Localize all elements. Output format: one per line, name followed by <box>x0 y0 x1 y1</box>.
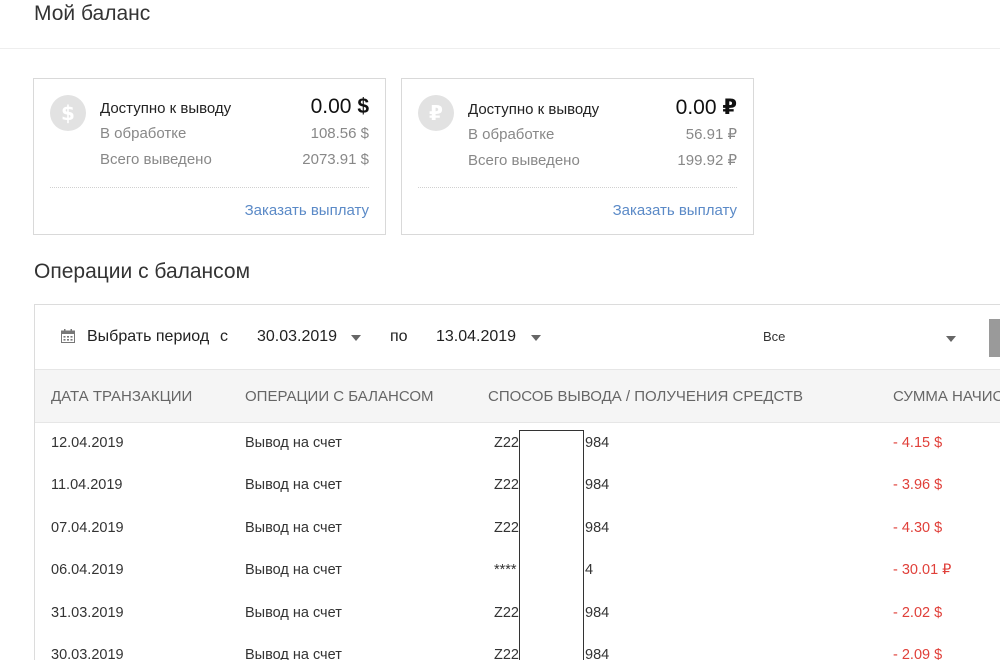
available-amount: 0.00 $ <box>310 95 369 118</box>
operations-title: Операции с балансом <box>34 260 251 283</box>
chevron-down-icon[interactable] <box>351 335 361 341</box>
available-label: Доступно к выводу <box>100 100 232 117</box>
date-from-field[interactable]: 30.03.2019 <box>257 328 337 346</box>
transaction-date: 30.03.2019 <box>51 646 124 660</box>
withdrawn-amount: 199.92 ₽ <box>677 152 737 169</box>
transaction-method-suffix: 4 <box>585 562 594 579</box>
from-label: с <box>220 328 228 345</box>
transaction-date: 11.04.2019 <box>51 477 123 494</box>
transaction-amount: - 2.09 $ <box>893 646 943 660</box>
calendar-icon[interactable] <box>61 329 75 343</box>
transaction-date: 12.04.2019 <box>51 435 124 451</box>
operation-type-select[interactable]: Все <box>763 329 785 344</box>
header-divider <box>0 48 1000 49</box>
scrollbar[interactable] <box>989 319 1000 357</box>
column-header-method[interactable]: СПОСОБ ВЫВОДА / ПОЛУЧЕНИЯ СРЕДСТВ <box>488 388 803 405</box>
withdrawn-label: Всего выведено <box>468 152 580 169</box>
table-row: 07.04.2019 Вывод на счет Z22 984 - 4.30 … <box>35 508 1000 550</box>
transaction-method-suffix: 984 <box>585 646 610 660</box>
transaction-method-prefix: **** <box>494 562 517 579</box>
transaction-amount: - 2.02 $ <box>893 604 943 621</box>
date-to-field[interactable]: 13.04.2019 <box>436 328 516 346</box>
table-header: ДАТА ТРАНЗАКЦИИ ОПЕРАЦИИ С БАЛАНСОМ СПОС… <box>35 369 1000 423</box>
card-divider <box>418 187 737 188</box>
balance-card-rub: ₽ Доступно к выводу 0.00 ₽ В обработке 5… <box>401 78 754 235</box>
transaction-operation: Вывод на счет <box>245 604 342 621</box>
available-label: Доступно к выводу <box>468 101 600 118</box>
processing-amount: 56.91 ₽ <box>685 126 737 143</box>
transaction-amount: - 3.96 $ <box>893 477 943 494</box>
transaction-operation: Вывод на счет <box>245 477 342 494</box>
request-payout-link[interactable]: Заказать выплату <box>245 202 369 219</box>
choose-period-label[interactable]: Выбрать период <box>87 328 209 346</box>
processing-label: В обработке <box>100 125 187 142</box>
request-payout-link[interactable]: Заказать выплату <box>613 202 737 219</box>
withdrawn-amount: 2073.91 $ <box>302 151 369 168</box>
processing-label: В обработке <box>468 126 555 143</box>
balance-card-usd: $ Доступно к выводу 0.00 $ В обработке 1… <box>33 78 386 235</box>
transaction-method-prefix: Z22 <box>494 604 519 621</box>
card-divider <box>50 187 369 188</box>
table-row: 11.04.2019 Вывод на счет Z22 984 - 3.96 … <box>35 465 1000 507</box>
column-header-amount[interactable]: СУММА НАЧИС <box>893 388 1000 405</box>
available-amount: 0.00 ₽ <box>675 96 737 119</box>
transaction-amount: - 30.01 ₽ <box>893 562 952 579</box>
transaction-amount: - 4.15 $ <box>893 435 943 451</box>
transaction-method-suffix: 984 <box>585 477 610 494</box>
dollar-coin-icon: $ <box>50 95 86 131</box>
transaction-date: 31.03.2019 <box>51 604 124 621</box>
transaction-method-suffix: 984 <box>585 435 610 451</box>
operations-panel: Выбрать период с 30.03.2019 по 13.04.201… <box>34 304 1000 660</box>
transaction-method-prefix: Z22 <box>494 477 519 494</box>
table-row: 30.03.2019 Вывод на счет Z22 984 - 2.09 … <box>35 635 1000 660</box>
transaction-operation: Вывод на счет <box>245 435 342 451</box>
transaction-method-suffix: 984 <box>585 604 610 621</box>
processing-amount: 108.56 $ <box>310 125 369 142</box>
transaction-method-prefix: Z22 <box>494 435 519 451</box>
transaction-date: 07.04.2019 <box>51 519 124 536</box>
chevron-down-icon[interactable] <box>531 335 541 341</box>
transaction-method-prefix: Z22 <box>494 519 519 536</box>
table-body: 12.04.2019 Вывод на счет Z22 984 - 4.15 … <box>35 423 1000 660</box>
table-row: 31.03.2019 Вывод на счет Z22 984 - 2.02 … <box>35 593 1000 635</box>
filter-bar: Выбрать период с 30.03.2019 по 13.04.201… <box>35 305 1000 369</box>
transaction-date: 06.04.2019 <box>51 562 124 579</box>
redaction-box <box>519 430 584 660</box>
transaction-operation: Вывод на счет <box>245 562 342 579</box>
transaction-operation: Вывод на счет <box>245 646 342 660</box>
transaction-amount: - 4.30 $ <box>893 519 943 536</box>
chevron-down-icon[interactable] <box>946 336 956 342</box>
table-row: 12.04.2019 Вывод на счет Z22 984 - 4.15 … <box>35 423 1000 465</box>
transaction-method-suffix: 984 <box>585 519 610 536</box>
to-label: по <box>390 328 408 345</box>
table-row: 06.04.2019 Вывод на счет **** 4 - 30.01 … <box>35 550 1000 592</box>
column-header-operation[interactable]: ОПЕРАЦИИ С БАЛАНСОМ <box>245 388 433 405</box>
column-header-date[interactable]: ДАТА ТРАНЗАКЦИИ <box>51 388 192 405</box>
withdrawn-label: Всего выведено <box>100 151 212 168</box>
transaction-method-prefix: Z22 <box>494 646 519 660</box>
ruble-coin-icon: ₽ <box>418 95 454 131</box>
transaction-operation: Вывод на счет <box>245 519 342 536</box>
page-title: Мой баланс <box>34 2 151 25</box>
